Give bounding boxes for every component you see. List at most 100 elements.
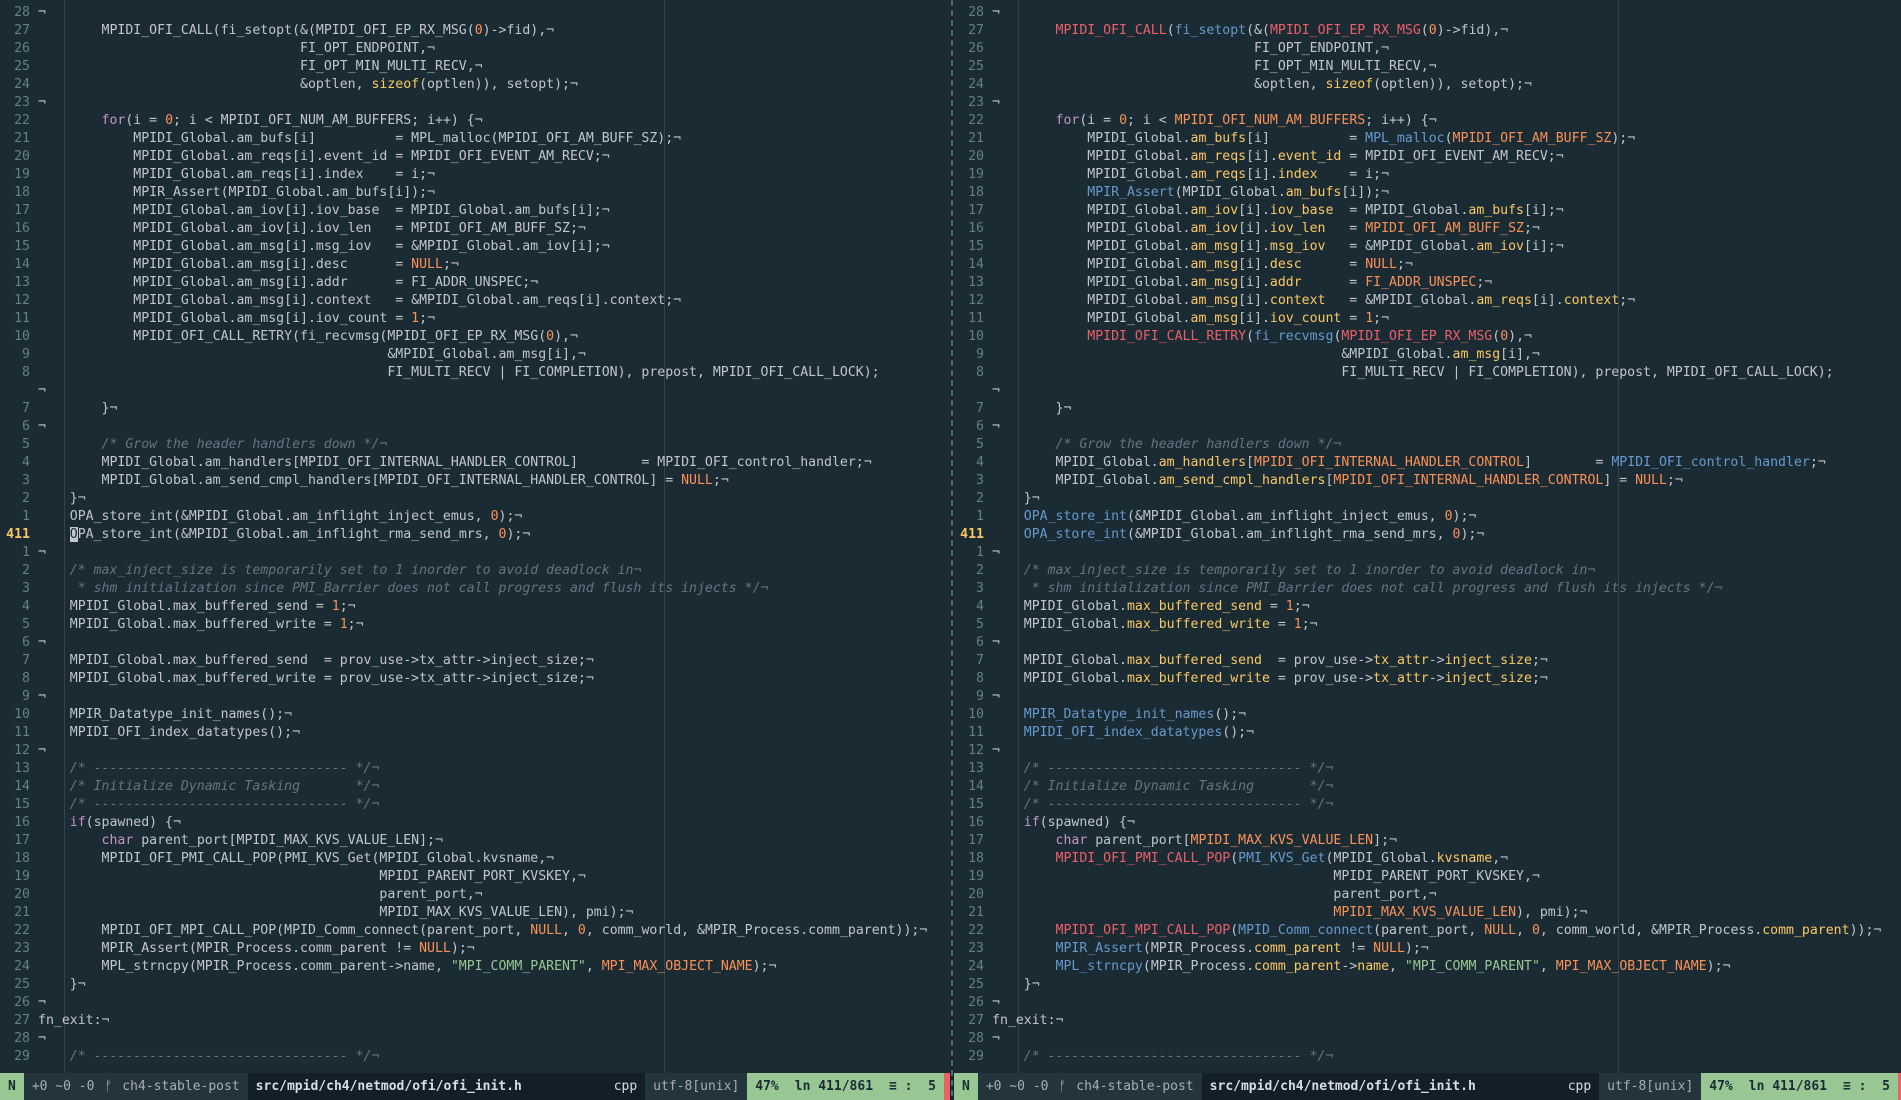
line-text[interactable]: char parent_port[MPIDI_MAX_KVS_VALUE_LEN… bbox=[38, 832, 443, 850]
line-text[interactable]: MPL_strncpy(MPIR_Process.comm_parent->na… bbox=[992, 958, 1731, 976]
line-text[interactable]: /* Initialize Dynamic Tasking */¬ bbox=[992, 778, 1334, 796]
code-line[interactable]: 27 fn_exit:¬ bbox=[954, 1012, 1901, 1030]
line-text[interactable]: MPIDI_Global.max_buffered_send = prov_us… bbox=[38, 652, 594, 670]
line-text[interactable]: MPIR_Datatype_init_names();¬ bbox=[992, 706, 1246, 724]
code-line[interactable]: 22 for(i = 0; i < MPIDI_OFI_NUM_AM_BUFFE… bbox=[954, 112, 1901, 130]
line-text[interactable]: parent_port,¬ bbox=[992, 886, 1436, 904]
line-text[interactable]: MPIDI_PARENT_PORT_KVSKEY,¬ bbox=[38, 868, 585, 886]
line-text[interactable]: OPA_store_int(&MPIDI_Global.am_inflight_… bbox=[38, 508, 523, 526]
code-line[interactable]: 8 MPIDI_Global.max_buffered_write = prov… bbox=[954, 670, 1901, 688]
code-line[interactable]: 3 * shm initialization since PMI_Barrier… bbox=[954, 580, 1901, 598]
line-text[interactable]: parent_port,¬ bbox=[38, 886, 482, 904]
code-line[interactable]: 12 ¬ bbox=[954, 742, 1901, 760]
line-text[interactable]: &MPIDI_Global.am_msg[i],¬ bbox=[992, 346, 1540, 364]
line-text[interactable]: FI_MULTI_RECV | FI_COMPLETION), prepost,… bbox=[992, 364, 1833, 382]
code-line[interactable]: 1 OPA_store_int(&MPIDI_Global.am_infligh… bbox=[954, 508, 1901, 526]
code-line[interactable]: 12 ¬ bbox=[0, 742, 950, 760]
line-text[interactable]: MPIDI_Global.am_bufs[i] = MPL_malloc(MPI… bbox=[38, 130, 681, 148]
line-text[interactable]: &optlen, sizeof(optlen)), setopt);¬ bbox=[38, 76, 578, 94]
line-text[interactable]: FI_OPT_ENDPOINT,¬ bbox=[38, 40, 435, 58]
line-text[interactable]: /* max_inject_size is temporarily set to… bbox=[38, 562, 642, 580]
line-text[interactable]: ¬ bbox=[992, 94, 1000, 112]
line-text[interactable]: MPIR_Assert(MPIR_Process.comm_parent != … bbox=[38, 940, 475, 958]
code-line[interactable]: 14 MPIDI_Global.am_msg[i].desc = NULL;¬ bbox=[954, 256, 1901, 274]
code-line[interactable]: 15 /* -------------------------------- *… bbox=[954, 796, 1901, 814]
code-line[interactable]: 411 OPA_store_int(&MPIDI_Global.am_infli… bbox=[954, 526, 1901, 544]
line-text[interactable]: MPIDI_Global.am_bufs[i] = MPL_malloc(MPI… bbox=[992, 130, 1635, 148]
code-line[interactable]: 24 MPL_strncpy(MPIR_Process.comm_parent-… bbox=[0, 958, 950, 976]
code-line[interactable]: 29 /* -------------------------------- *… bbox=[954, 1048, 1901, 1066]
line-text[interactable]: MPL_strncpy(MPIR_Process.comm_parent->na… bbox=[38, 958, 777, 976]
code-line[interactable]: 21 MPIDI_MAX_KVS_VALUE_LEN), pmi);¬ bbox=[0, 904, 950, 922]
line-text[interactable]: ¬ bbox=[992, 688, 1000, 706]
code-line[interactable]: ¬ bbox=[954, 382, 1901, 400]
line-text[interactable]: /* -------------------------------- */¬ bbox=[992, 1048, 1334, 1066]
code-line[interactable]: 2 }¬ bbox=[0, 490, 950, 508]
line-text[interactable]: MPIDI_MAX_KVS_VALUE_LEN), pmi);¬ bbox=[992, 904, 1587, 922]
code-line[interactable]: 20 parent_port,¬ bbox=[954, 886, 1901, 904]
line-text[interactable]: /* -------------------------------- */¬ bbox=[38, 796, 380, 814]
editor-pane-right[interactable]: 28 ¬ 27 MPIDI_OFI_CALL(fi_setopt(&(MPIDI_O… bbox=[954, 0, 1901, 1073]
code-line[interactable]: 29 /* -------------------------------- *… bbox=[0, 1048, 950, 1066]
code-line[interactable]: 25 }¬ bbox=[0, 976, 950, 994]
line-text[interactable]: MPIDI_Global.am_msg[i].iov_count = 1;¬ bbox=[38, 310, 435, 328]
line-text[interactable]: MPIDI_OFI_index_datatypes();¬ bbox=[38, 724, 300, 742]
line-text[interactable]: fn_exit:¬ bbox=[38, 1012, 109, 1030]
code-line[interactable]: 25 FI_OPT_MIN_MULTI_RECV,¬ bbox=[0, 58, 950, 76]
line-text[interactable]: * shm initialization since PMI_Barrier d… bbox=[992, 580, 1723, 598]
code-line[interactable]: 20 MPIDI_Global.am_reqs[i].event_id = MP… bbox=[0, 148, 950, 166]
code-line[interactable]: 3 MPIDI_Global.am_send_cmpl_handlers[MPI… bbox=[0, 472, 950, 490]
line-text[interactable]: MPIDI_Global.am_handlers[MPIDI_OFI_INTER… bbox=[992, 454, 1826, 472]
line-text[interactable]: MPIDI_Global.am_reqs[i].index = i;¬ bbox=[992, 166, 1389, 184]
code-lines[interactable]: 28 ¬ 27 MPIDI_OFI_CALL(fi_setopt(&(MPIDI_O… bbox=[954, 4, 1901, 1066]
line-text[interactable]: MPIDI_Global.am_send_cmpl_handlers[MPIDI… bbox=[38, 472, 729, 490]
line-text[interactable]: MPIDI_Global.am_iov[i].iov_base = MPIDI_… bbox=[38, 202, 609, 220]
line-text[interactable]: MPIDI_OFI_CALL_RETRY(fi_recvmsg(MPIDI_OF… bbox=[992, 328, 1532, 346]
code-line[interactable]: 27 MPIDI_OFI_CALL(fi_setopt(&(MPIDI_OFI_… bbox=[954, 22, 1901, 40]
editor-pane-left[interactable]: 28 ¬ 27 MPIDI_OFI_CALL(fi_setopt(&(MPIDI_O… bbox=[0, 0, 950, 1073]
code-line[interactable]: 16 MPIDI_Global.am_iov[i].iov_len = MPID… bbox=[0, 220, 950, 238]
line-text[interactable]: FI_OPT_MIN_MULTI_RECV,¬ bbox=[38, 58, 483, 76]
line-text[interactable]: ¬ bbox=[38, 634, 46, 652]
code-line[interactable]: 13 MPIDI_Global.am_msg[i].addr = FI_ADDR… bbox=[954, 274, 1901, 292]
line-text[interactable]: ¬ bbox=[38, 94, 46, 112]
code-line[interactable]: 26 ¬ bbox=[0, 994, 950, 1012]
line-text[interactable]: * shm initialization since PMI_Barrier d… bbox=[38, 580, 769, 598]
line-text[interactable]: MPIDI_Global.am_msg[i].context = &MPIDI_… bbox=[992, 292, 1635, 310]
line-text[interactable]: }¬ bbox=[38, 400, 118, 418]
code-line[interactable]: 10 MPIDI_OFI_CALL_RETRY(fi_recvmsg(MPIDI… bbox=[954, 328, 1901, 346]
line-text[interactable]: /* -------------------------------- */¬ bbox=[38, 760, 380, 778]
code-line[interactable]: 23 ¬ bbox=[954, 94, 1901, 112]
line-text[interactable]: MPIDI_Global.am_handlers[MPIDI_OFI_INTER… bbox=[38, 454, 872, 472]
line-text[interactable]: MPIDI_OFI_CALL(fi_setopt(&(MPIDI_OFI_EP_… bbox=[38, 22, 555, 40]
code-line[interactable]: 27 MPIDI_OFI_CALL(fi_setopt(&(MPIDI_OFI_… bbox=[0, 22, 950, 40]
code-line[interactable]: 25 FI_OPT_MIN_MULTI_RECV,¬ bbox=[954, 58, 1901, 76]
line-text[interactable]: MPIDI_OFI_MPI_CALL_POP(MPID_Comm_connect… bbox=[992, 922, 1882, 940]
code-line[interactable]: 11 MPIDI_OFI_index_datatypes();¬ bbox=[0, 724, 950, 742]
code-line[interactable]: 19 MPIDI_PARENT_PORT_KVSKEY,¬ bbox=[954, 868, 1901, 886]
code-line[interactable]: 22 MPIDI_OFI_MPI_CALL_POP(MPID_Comm_conn… bbox=[954, 922, 1901, 940]
code-line[interactable]: 16 if(spawned) {¬ bbox=[954, 814, 1901, 832]
code-line[interactable]: 18 MPIR_Assert(MPIDI_Global.am_bufs[i]);… bbox=[0, 184, 950, 202]
code-line[interactable]: 10 MPIR_Datatype_init_names();¬ bbox=[954, 706, 1901, 724]
line-text[interactable]: fn_exit:¬ bbox=[992, 1012, 1063, 1030]
code-line[interactable]: 8 FI_MULTI_RECV | FI_COMPLETION), prepos… bbox=[0, 364, 950, 382]
line-text[interactable]: MPIDI_Global.am_send_cmpl_handlers[MPIDI… bbox=[992, 472, 1683, 490]
line-text[interactable]: &optlen, sizeof(optlen)), setopt);¬ bbox=[992, 76, 1532, 94]
line-text[interactable]: }¬ bbox=[38, 490, 86, 508]
code-line[interactable]: 4 MPIDI_Global.am_handlers[MPIDI_OFI_INT… bbox=[0, 454, 950, 472]
code-line[interactable]: 28 ¬ bbox=[954, 4, 1901, 22]
line-text[interactable]: MPIDI_OFI_MPI_CALL_POP(MPID_Comm_connect… bbox=[38, 922, 928, 940]
code-line[interactable]: 11 MPIDI_Global.am_msg[i].iov_count = 1;… bbox=[0, 310, 950, 328]
code-line[interactable]: 10 MPIDI_OFI_CALL_RETRY(fi_recvmsg(MPIDI… bbox=[0, 328, 950, 346]
code-line[interactable]: 13 /* -------------------------------- *… bbox=[954, 760, 1901, 778]
code-line[interactable]: 23 ¬ bbox=[0, 94, 950, 112]
line-text[interactable]: }¬ bbox=[992, 400, 1072, 418]
line-text[interactable]: }¬ bbox=[38, 976, 86, 994]
code-line[interactable]: 1 OPA_store_int(&MPIDI_Global.am_infligh… bbox=[0, 508, 950, 526]
line-text[interactable]: MPIDI_OFI_CALL_RETRY(fi_recvmsg(MPIDI_OF… bbox=[38, 328, 578, 346]
code-line[interactable]: 2 /* max_inject_size is temporarily set … bbox=[954, 562, 1901, 580]
code-line[interactable]: 8 MPIDI_Global.max_buffered_write = prov… bbox=[0, 670, 950, 688]
line-text[interactable]: &MPIDI_Global.am_msg[i],¬ bbox=[38, 346, 586, 364]
code-line[interactable]: 18 MPIDI_OFI_PMI_CALL_POP(PMI_KVS_Get(MP… bbox=[954, 850, 1901, 868]
